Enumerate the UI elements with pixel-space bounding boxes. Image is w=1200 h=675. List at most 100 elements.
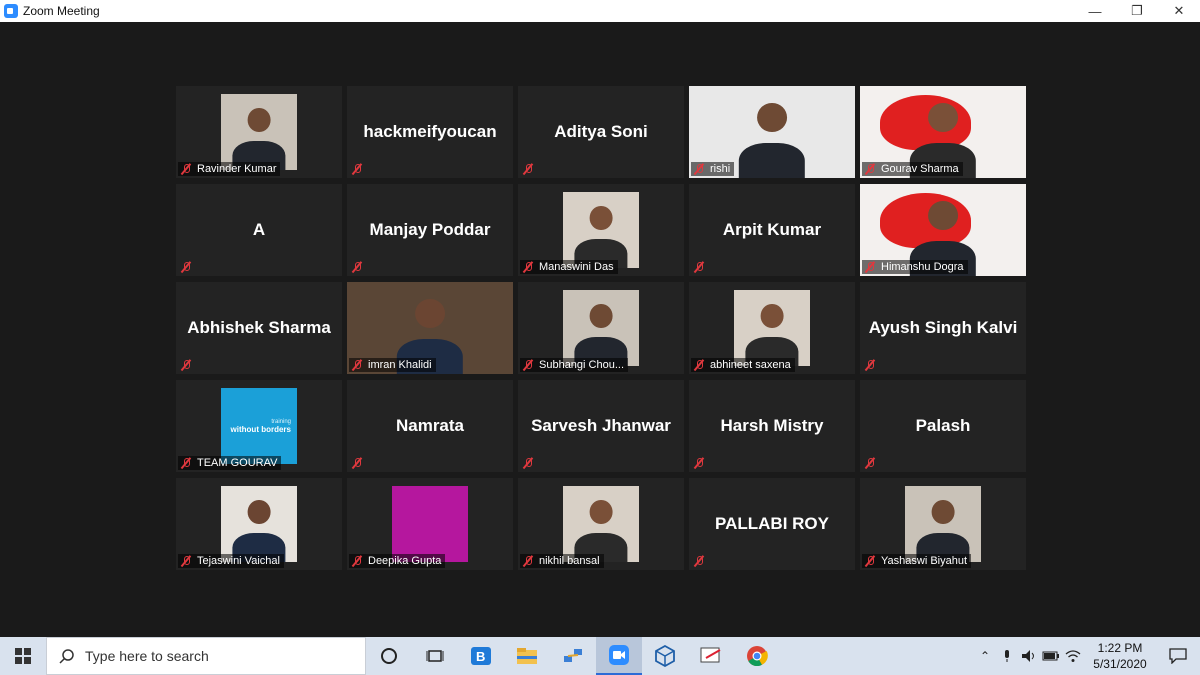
participant-name-tag	[520, 456, 543, 470]
zoom-app-icon	[4, 4, 18, 18]
participant-tile[interactable]: training without borders TEAM GOURAV	[176, 380, 342, 472]
participant-name-tag: Manaswini Das	[520, 260, 618, 274]
participant-tile[interactable]: rishi	[689, 86, 855, 178]
participant-tile[interactable]: nikhil bansal	[518, 478, 684, 570]
title-bar: Zoom Meeting — ❐ ✕	[0, 0, 1200, 22]
profile-picture	[563, 192, 639, 268]
participant-tile[interactable]: A	[176, 184, 342, 276]
participant-name: Manaswini Das	[539, 261, 614, 273]
meeting-gallery-view: Ravinder Kumar hackmeifyoucan Aditya Soni r…	[0, 22, 1200, 637]
profile-picture	[563, 290, 639, 366]
participant-tile[interactable]: Palash	[860, 380, 1026, 472]
participant-tile[interactable]: Namrata	[347, 380, 513, 472]
close-button[interactable]: ✕	[1158, 0, 1200, 22]
participant-name: imran Khalidi	[368, 359, 432, 371]
participant-name-tag: Subhangi Chou...	[520, 358, 629, 372]
participant-name-tag: Deepika Gupta	[349, 554, 446, 568]
wifi-icon[interactable]	[1062, 637, 1084, 675]
muted-mic-icon	[522, 261, 534, 273]
participant-name: nikhil bansal	[539, 555, 600, 567]
participant-tile[interactable]: Himanshu Dogra	[860, 184, 1026, 276]
participant-tile[interactable]: Ayush Singh Kalvi	[860, 282, 1026, 374]
muted-mic-icon	[522, 555, 534, 567]
participant-tile[interactable]: Harsh Mistry	[689, 380, 855, 472]
muted-mic-icon	[864, 261, 876, 273]
participant-name-tag	[349, 456, 372, 470]
file-explorer-icon[interactable]	[504, 637, 550, 675]
clock-date: 5/31/2020	[1093, 657, 1147, 671]
muted-mic-icon	[180, 261, 192, 273]
participant-tile[interactable]: Ravinder Kumar	[176, 86, 342, 178]
participant-tile[interactable]: Manaswini Das	[518, 184, 684, 276]
participant-name-tag	[349, 162, 372, 176]
participant-name: Gourav Sharma	[881, 163, 959, 175]
minimize-button[interactable]: —	[1074, 0, 1116, 22]
participant-tile[interactable]: Gourav Sharma	[860, 86, 1026, 178]
notification-center-icon[interactable]	[1156, 648, 1200, 664]
taskbar-search-box[interactable]: Type here to search	[46, 637, 366, 675]
participant-tile[interactable]: Subhangi Chou...	[518, 282, 684, 374]
windows-taskbar: Type here to search B ⌃ 1:22 PM 5/31/202…	[0, 637, 1200, 675]
participant-tile[interactable]: Abhishek Sharma	[176, 282, 342, 374]
participant-tile[interactable]: Aditya Soni	[518, 86, 684, 178]
participant-name-tag: abhineet saxena	[691, 358, 795, 372]
participant-name-tag: Tejaswini Vaichal	[178, 554, 284, 568]
participant-name-tag: Gourav Sharma	[862, 162, 963, 176]
participant-tile[interactable]: abhineet saxena	[689, 282, 855, 374]
chevron-up-icon[interactable]: ⌃	[974, 637, 996, 675]
participant-tile[interactable]: Arpit Kumar	[689, 184, 855, 276]
muted-mic-icon	[351, 457, 363, 469]
taskbar-clock[interactable]: 1:22 PM 5/31/2020	[1084, 640, 1156, 672]
participant-name: rishi	[710, 163, 731, 175]
microphone-icon[interactable]	[996, 637, 1018, 675]
muted-mic-icon	[180, 555, 192, 567]
redhat-logo	[879, 95, 972, 151]
participant-name-tag	[178, 358, 201, 372]
muted-mic-icon	[180, 457, 192, 469]
muted-mic-icon	[693, 359, 705, 371]
muted-mic-icon	[864, 457, 876, 469]
task-view-icon[interactable]	[412, 637, 458, 675]
participant-name-tag	[862, 456, 885, 470]
virtualbox-icon[interactable]	[642, 637, 688, 675]
muted-mic-icon	[693, 555, 705, 567]
zoom-taskbar-icon[interactable]	[596, 637, 642, 675]
muted-mic-icon	[351, 555, 363, 567]
muted-mic-icon	[864, 359, 876, 371]
participant-name-tag: Ravinder Kumar	[178, 162, 281, 176]
profile-picture	[221, 486, 297, 562]
volume-icon[interactable]	[1018, 637, 1040, 675]
start-button[interactable]	[0, 637, 46, 675]
browser-b-icon[interactable]: B	[458, 637, 504, 675]
participant-tile[interactable]: Manjay Poddar	[347, 184, 513, 276]
restore-button[interactable]: ❐	[1116, 0, 1158, 22]
profile-picture-logo: training without borders	[221, 388, 297, 464]
muted-mic-icon	[693, 163, 705, 175]
chrome-icon[interactable]	[734, 637, 780, 675]
participant-name-tag: rishi	[691, 162, 735, 176]
svg-text:B: B	[476, 649, 485, 664]
redhat-logo	[879, 193, 972, 249]
participant-tile[interactable]: hackmeifyoucan	[347, 86, 513, 178]
muted-mic-icon	[693, 457, 705, 469]
snipping-tool-icon[interactable]	[688, 637, 734, 675]
participant-name-tag	[178, 260, 201, 274]
participant-tile[interactable]: Yashaswi Biyahut	[860, 478, 1026, 570]
muted-mic-icon	[180, 163, 192, 175]
participant-name-tag: TEAM GOURAV	[178, 456, 282, 470]
participant-tile[interactable]: PALLABI ROY	[689, 478, 855, 570]
battery-icon[interactable]	[1040, 637, 1062, 675]
muted-mic-icon	[864, 555, 876, 567]
participant-name-tag: Himanshu Dogra	[862, 260, 968, 274]
participant-tile[interactable]: Tejaswini Vaichal	[176, 478, 342, 570]
search-icon	[59, 649, 74, 664]
network-app-icon[interactable]	[550, 637, 596, 675]
participant-name: Deepika Gupta	[368, 555, 442, 567]
muted-mic-icon	[351, 163, 363, 175]
cortana-icon[interactable]	[366, 637, 412, 675]
participant-tile[interactable]: imran Khalidi	[347, 282, 513, 374]
participant-name: Subhangi Chou...	[539, 359, 625, 371]
participant-grid: Ravinder Kumar hackmeifyoucan Aditya Soni r…	[176, 86, 1026, 570]
participant-tile[interactable]: Deepika Gupta	[347, 478, 513, 570]
participant-tile[interactable]: Sarvesh Jhanwar	[518, 380, 684, 472]
